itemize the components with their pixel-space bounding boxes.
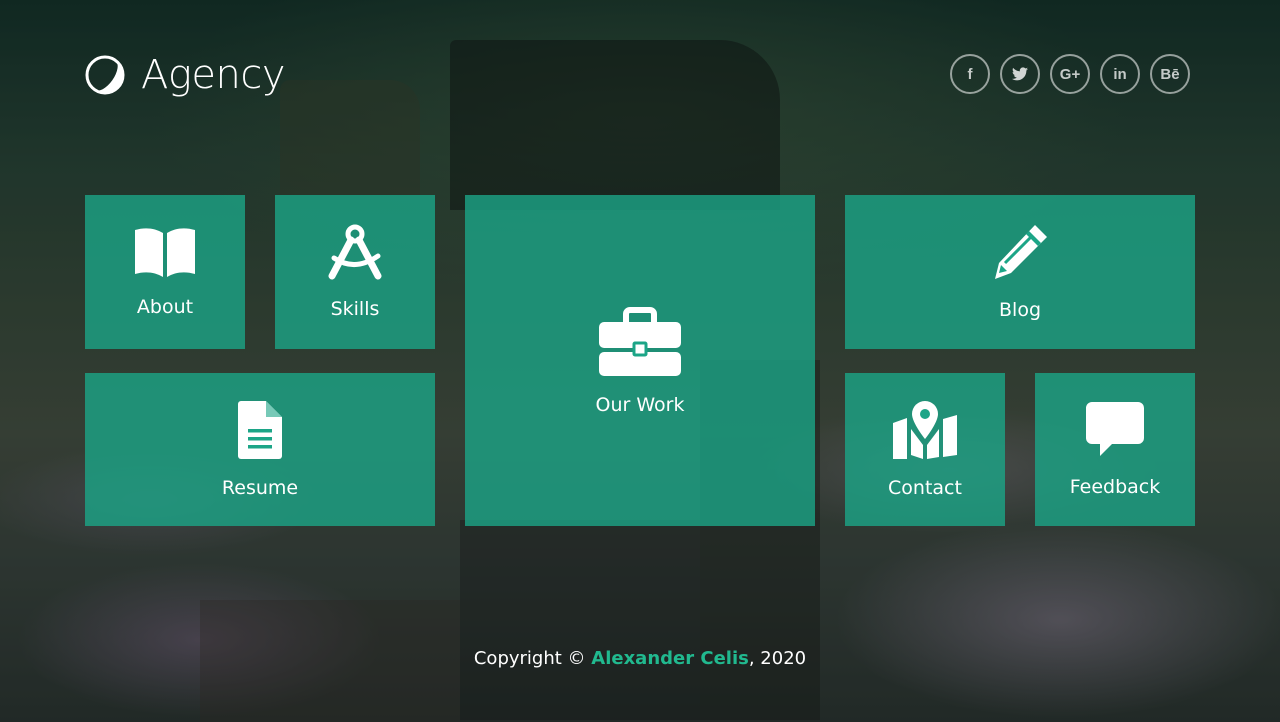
briefcase-icon: [599, 306, 681, 376]
copyright-prefix: Copyright ©: [473, 648, 592, 669]
copyright-suffix: , 2020: [748, 648, 807, 669]
tile-resume[interactable]: Resume: [85, 373, 435, 526]
comment-icon: [1086, 401, 1144, 458]
page: Agency f G+ in Bē About Skills Resume Ou…: [0, 0, 1280, 722]
linkedin-icon[interactable]: in: [1100, 54, 1140, 94]
tile-contact-label: Contact: [888, 476, 962, 499]
footer-copyright: Copyright © Alexander Celis, 2020: [0, 648, 1280, 669]
tile-our-work-label: Our Work: [595, 393, 685, 416]
file-text-icon: [238, 400, 282, 459]
brand-name: Agency: [141, 52, 286, 98]
facebook-icon[interactable]: f: [950, 54, 990, 94]
social-links: f G+ in Bē: [950, 54, 1190, 94]
google-plus-icon[interactable]: G+: [1050, 54, 1090, 94]
tile-contact[interactable]: Contact: [845, 373, 1005, 526]
tile-feedback[interactable]: Feedback: [1035, 373, 1195, 526]
tile-about-label: About: [136, 296, 194, 318]
behance-icon[interactable]: Bē: [1150, 54, 1190, 94]
tile-feedback-label: Feedback: [1069, 475, 1161, 498]
tile-skills[interactable]: Skills: [275, 195, 435, 349]
tile-about[interactable]: About: [85, 195, 245, 349]
tile-our-work[interactable]: Our Work: [465, 195, 815, 526]
tile-blog[interactable]: Blog: [845, 195, 1195, 349]
book-open-icon: [133, 226, 197, 278]
tile-resume-label: Resume: [221, 476, 299, 499]
tile-skills-label: Skills: [330, 298, 380, 320]
brand-logo[interactable]: Agency: [85, 52, 286, 98]
drafting-compass-icon: [326, 224, 384, 280]
half-moon-logo-icon: [85, 55, 125, 95]
pencil-icon: [991, 223, 1049, 281]
twitter-icon[interactable]: [1000, 54, 1040, 94]
map-marker-icon: [893, 400, 957, 459]
author-link[interactable]: Alexander Celis: [591, 648, 749, 669]
tile-blog-label: Blog: [999, 299, 1041, 321]
